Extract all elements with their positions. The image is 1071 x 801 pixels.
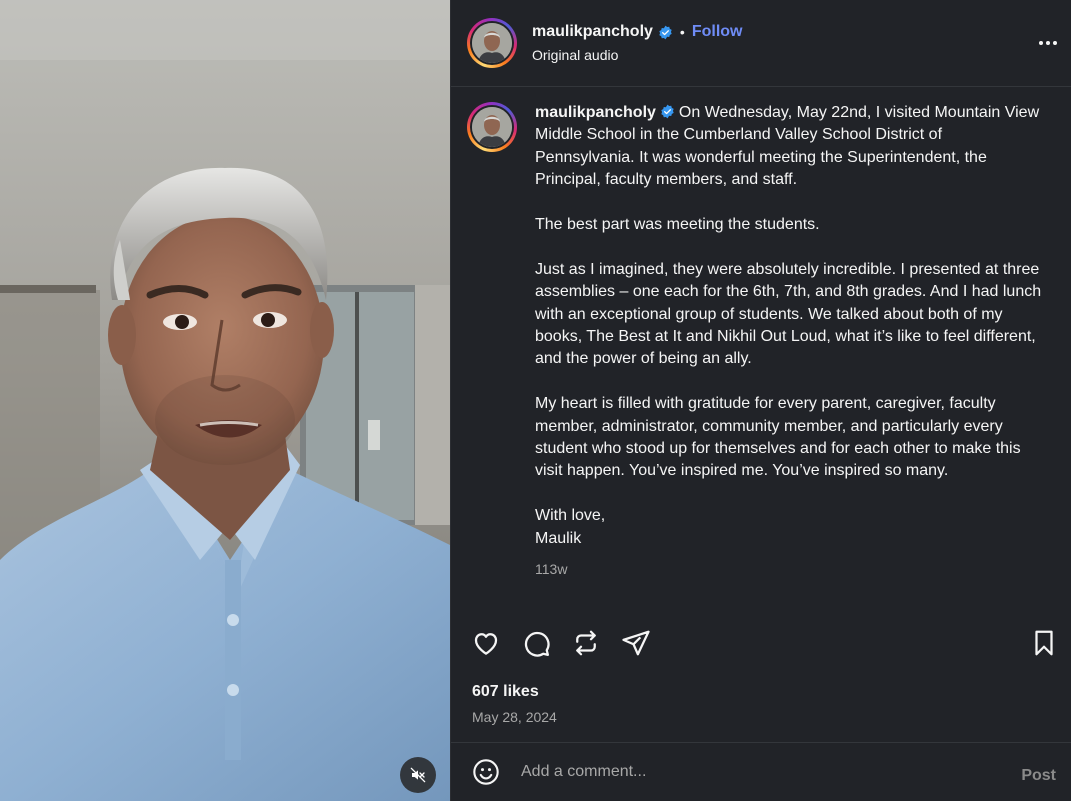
verified-badge-icon <box>661 104 674 119</box>
smiley-icon <box>473 759 499 785</box>
post-comment-button[interactable]: Post <box>1021 767 1056 785</box>
caption-paragraph: The best part was meeting the students. <box>535 216 820 234</box>
post-details-panel: maulikpancholy • Follow Original audio m… <box>450 0 1071 801</box>
likes-count[interactable]: 607 likes <box>472 683 539 701</box>
caption-signature: Maulik <box>535 529 582 547</box>
repost-button[interactable] <box>571 628 601 658</box>
bookmark-icon <box>1035 630 1053 656</box>
audio-label[interactable]: Original audio <box>532 47 742 63</box>
post-date: May 28, 2024 <box>472 709 557 725</box>
verified-badge-icon <box>659 25 672 39</box>
caption-paragraph: My heart is filled with gratitude for ev… <box>535 395 1021 480</box>
share-icon <box>622 630 650 656</box>
instagram-post: maulikpancholy • Follow Original audio m… <box>0 0 1071 801</box>
heart-icon <box>474 633 498 655</box>
comment-composer: Post <box>451 742 1071 801</box>
follow-button[interactable]: Follow <box>692 23 743 41</box>
profile-photo <box>472 23 512 63</box>
post-caption: maulikpancholy On Wednesday, May 22nd, I … <box>467 102 1057 580</box>
share-button[interactable] <box>621 628 651 658</box>
caption-time-ago[interactable]: 113w <box>535 558 1045 580</box>
save-button[interactable] <box>1029 628 1059 658</box>
repost-icon <box>576 630 596 656</box>
caption-avatar[interactable] <box>467 102 517 152</box>
profile-photo <box>472 107 512 147</box>
more-options-icon[interactable] <box>1036 31 1060 55</box>
username-link[interactable]: maulikpancholy <box>532 23 653 41</box>
comment-button[interactable] <box>521 628 551 658</box>
caption-signoff: With love, <box>535 507 606 525</box>
comment-icon <box>524 631 550 657</box>
emoji-picker-button[interactable] <box>471 757 501 787</box>
avatar[interactable] <box>467 18 517 68</box>
comment-input[interactable] <box>521 763 991 781</box>
like-button[interactable] <box>471 628 501 658</box>
separator-dot: • <box>679 24 685 40</box>
video-frame <box>0 0 450 801</box>
caption-text: maulikpancholy On Wednesday, May 22nd, I … <box>535 102 1045 580</box>
caption-paragraph: Just as I imagined, they were absolutely… <box>535 260 1042 368</box>
reel-video[interactable] <box>0 0 450 801</box>
muted-speaker-icon <box>410 767 426 783</box>
post-header: maulikpancholy • Follow Original audio <box>451 0 1071 87</box>
mute-toggle-button[interactable] <box>400 757 436 793</box>
action-bar <box>451 628 1071 668</box>
caption-username-link[interactable]: maulikpancholy <box>535 104 656 121</box>
